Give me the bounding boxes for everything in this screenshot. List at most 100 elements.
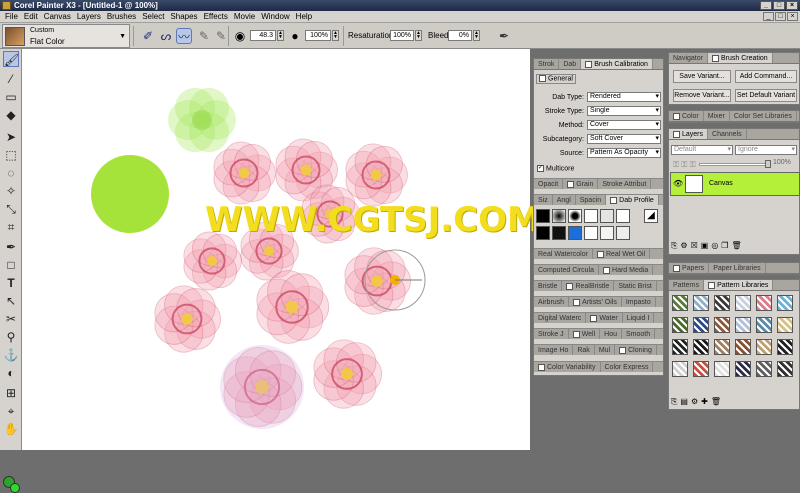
resaturation-field[interactable]: 100% (390, 30, 414, 41)
rectangle-shape-icon[interactable]: □ (3, 257, 19, 273)
tab-multi[interactable]: Mul (595, 345, 616, 355)
tab-realbristle[interactable]: RealBristle (562, 281, 615, 291)
tab-computed-circular[interactable]: Computed Circula (534, 265, 600, 275)
cloner-icon[interactable]: ⚲ (3, 329, 19, 345)
composite-depth-dropdown[interactable]: Ignore (735, 145, 797, 155)
tab-opacity[interactable]: Opacit (534, 179, 564, 189)
dropper-tool-icon[interactable]: ⁄ (3, 71, 19, 87)
tab-airbrush[interactable]: Airbrush (534, 297, 570, 307)
dab-profile-option[interactable] (536, 226, 550, 240)
pattern-swatch[interactable] (693, 339, 709, 355)
tab-brush-creation[interactable]: Brush Creation (707, 53, 773, 63)
tab-image-hose[interactable]: Image Ho (534, 345, 574, 355)
remove-variant-button[interactable]: Remove Variant... (673, 89, 731, 102)
composite-method-dropdown[interactable]: Default (671, 145, 733, 155)
multicore-checkbox[interactable]: ✓ Multicore (537, 165, 574, 172)
tab-real-watercolor[interactable]: Real Watercolor (534, 249, 593, 259)
tab-impasto[interactable]: Impasto (622, 297, 656, 307)
pattern-swatch[interactable] (777, 295, 793, 311)
eraser-tool-icon[interactable]: ▭ (3, 89, 19, 105)
opacity-slider-thumb[interactable] (765, 160, 771, 168)
opacity-field[interactable]: 100% (305, 30, 331, 41)
size-spinner[interactable]: ▲ ▼ (277, 30, 284, 41)
divine-proportion-icon[interactable]: ⊞ (3, 385, 19, 401)
brush-tracking-icon[interactable]: ✒ (496, 28, 512, 44)
tab-stroke-jitter[interactable]: Stroke J (534, 329, 569, 339)
menu-layers[interactable]: Layers (74, 11, 104, 23)
tab-grain[interactable]: Grain (563, 179, 599, 189)
opacity-spinner[interactable]: ▲ ▼ (332, 30, 339, 41)
tab-water[interactable]: Water (586, 313, 623, 323)
maximize-button[interactable]: □ (773, 1, 785, 10)
paint-bucket-icon[interactable]: ◆ (3, 107, 19, 123)
pattern-swatch[interactable] (714, 361, 730, 377)
dab-type-dropdown[interactable]: Rendered (587, 92, 661, 102)
tab-stroke[interactable]: Strok (534, 59, 560, 69)
menu-effects[interactable]: Effects (201, 11, 231, 23)
pattern-swatch[interactable] (735, 361, 751, 377)
library-icon[interactable]: ▤ (680, 397, 688, 407)
subcategory-dropdown[interactable]: Soft Cover (587, 134, 661, 144)
tab-bristle[interactable]: Bristle (534, 281, 563, 291)
doc-close-button[interactable]: × (787, 12, 798, 21)
dab-profile-option[interactable] (616, 209, 630, 223)
menu-file[interactable]: File (2, 11, 21, 23)
layer-row-canvas[interactable]: 👁 Canvas (670, 172, 800, 196)
pattern-swatch[interactable] (672, 295, 688, 311)
tab-spacing[interactable]: Spacin (576, 195, 607, 205)
layer-options-icon[interactable]: ⚙ (680, 241, 687, 251)
pen-tool-icon[interactable]: ✒ (3, 239, 19, 255)
stroke-curve-icon[interactable]: ᔕ (158, 28, 174, 44)
pattern-options-icon[interactable]: ⚙ (691, 397, 698, 407)
pattern-swatch[interactable] (735, 317, 751, 333)
pattern-swatch[interactable] (672, 317, 688, 333)
scissors-icon[interactable]: ✂ (3, 311, 19, 327)
tab-mixer[interactable]: Mixer (704, 111, 730, 121)
tab-papers[interactable]: Papers (669, 263, 710, 273)
pattern-swatch[interactable] (777, 339, 793, 355)
brush-tilt-icon[interactable]: ✎ (213, 28, 229, 44)
grabber-hand-icon[interactable]: ✋ (3, 421, 19, 437)
pattern-swatch[interactable] (777, 361, 793, 377)
pattern-swatch[interactable] (693, 295, 709, 311)
tab-hard-media[interactable]: Hard Media (599, 265, 654, 275)
chevron-down-icon[interactable]: ▼ (119, 33, 126, 40)
stroke-freehand-icon[interactable]: ✐ (140, 28, 156, 44)
text-tool-icon[interactable]: T (3, 275, 19, 291)
mask-icon[interactable]: ◎ (711, 241, 718, 251)
save-variant-button[interactable]: Save Variant... (673, 70, 731, 83)
minimize-button[interactable]: _ (760, 1, 772, 10)
pattern-swatch[interactable] (714, 339, 730, 355)
layer-adjuster-icon[interactable]: ➤ (3, 129, 19, 145)
tab-channels[interactable]: Channels (708, 129, 747, 139)
tab-color-variability[interactable]: Color Variability (534, 362, 601, 372)
pattern-swatch[interactable] (735, 339, 751, 355)
folder-icon[interactable]: ▣ (701, 241, 709, 251)
size-field[interactable]: 48.3 (250, 30, 276, 41)
tab-well[interactable]: Well (569, 329, 601, 339)
stroke-type-dropdown[interactable]: Single (587, 106, 661, 116)
rubber-stamp-icon[interactable]: ⚓ (3, 347, 19, 363)
tab-dab-profile[interactable]: Dab Profile (606, 195, 659, 205)
trash-icon[interactable]: 🗑 (711, 397, 721, 407)
tab-rake[interactable]: Rak (573, 345, 595, 355)
menu-select[interactable]: Select (139, 11, 167, 23)
oval-selection-icon[interactable]: ◌ (3, 165, 19, 181)
tab-navigator[interactable]: Navigator (669, 53, 708, 63)
menu-brushes[interactable]: Brushes (104, 11, 139, 23)
additional-color-swatch[interactable] (10, 483, 20, 493)
duplicate-icon[interactable]: ❐ (721, 241, 728, 251)
tab-brush-calibration[interactable]: Brush Calibration (581, 59, 653, 69)
tab-hose[interactable]: Hou (600, 329, 623, 339)
tab-dab[interactable]: Dab (559, 59, 582, 69)
method-dropdown[interactable]: Cover (587, 120, 661, 130)
tab-color-expression[interactable]: Color Express (601, 362, 654, 372)
pattern-swatch[interactable] (714, 317, 730, 333)
dab-profile-option[interactable] (616, 226, 630, 240)
dab-profile-option[interactable] (552, 209, 566, 223)
tab-artists-oils[interactable]: Artists' Oils (569, 297, 622, 307)
tab-patterns[interactable]: Patterns (669, 280, 705, 290)
tab-angle[interactable]: Angl (553, 195, 576, 205)
set-default-variant-button[interactable]: Set Default Variant (735, 89, 797, 102)
brush-ghost-icon[interactable]: ✎ (196, 28, 212, 44)
